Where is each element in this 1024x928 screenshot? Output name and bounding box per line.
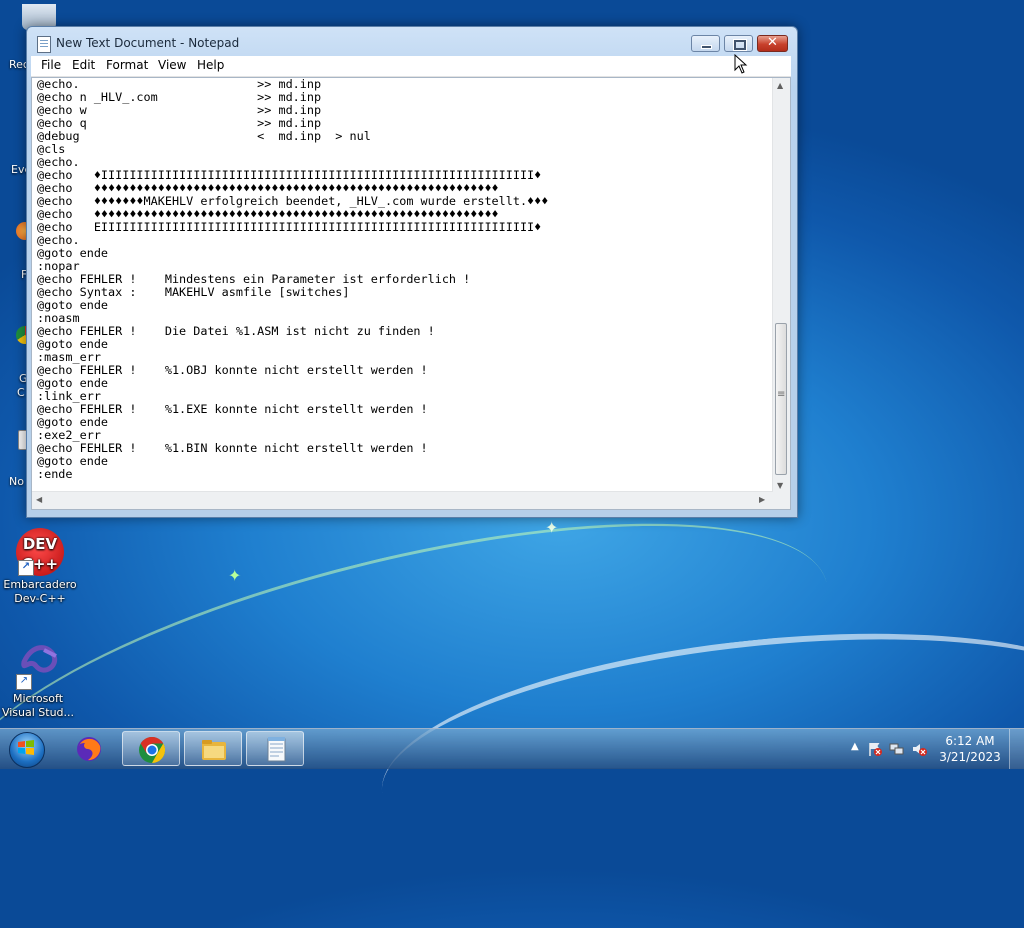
window-title: New Text Document - Notepad: [56, 36, 240, 50]
minimize-button[interactable]: [691, 35, 720, 52]
taskbar-chrome[interactable]: [122, 731, 180, 766]
taskbar-explorer[interactable]: [184, 731, 242, 766]
network-icon[interactable]: [889, 741, 905, 757]
editor-line[interactable]: @echo FEHLER ! %1.BIN konnte nicht erste…: [37, 442, 772, 455]
editor-line[interactable]: @echo FEHLER ! %1.EXE konnte nicht erste…: [37, 403, 772, 416]
action-center-flag-icon[interactable]: [867, 741, 883, 757]
editor-line[interactable]: @cls: [37, 143, 772, 156]
editor-line[interactable]: @goto ende: [37, 377, 772, 390]
wallpaper-sparkle: ✦: [545, 518, 559, 537]
taskbar-notepad[interactable]: [246, 731, 304, 766]
editor-line[interactable]: @goto ende: [37, 455, 772, 468]
editor-line[interactable]: @goto ende: [37, 416, 772, 429]
menu-help[interactable]: Help: [197, 58, 224, 72]
wallpaper-sparkle: ✦: [228, 566, 242, 585]
editor-line[interactable]: @echo.: [37, 234, 772, 247]
maximize-button[interactable]: [724, 35, 753, 52]
desktop-icon-label: C: [17, 386, 25, 399]
editor-line[interactable]: @echo FEHLER ! %1.OBJ konnte nicht erste…: [37, 364, 772, 377]
scrollbar-thumb[interactable]: [775, 323, 787, 475]
menu-file[interactable]: File: [41, 58, 61, 72]
chrome-icon: [139, 736, 166, 764]
scroll-right-arrow-icon[interactable]: ▶: [759, 495, 765, 504]
editor-line[interactable]: @echo Syntax : MAKEHLV asmfile [switches…: [37, 286, 772, 299]
close-button[interactable]: ✕: [757, 35, 788, 52]
menu-edit[interactable]: Edit: [72, 58, 95, 72]
editor-line[interactable]: @goto ende: [37, 299, 772, 312]
clock[interactable]: 6:12 AM 3/21/2023: [934, 733, 1006, 765]
shortcut-arrow-icon: ↗: [16, 674, 32, 690]
clock-date: 3/21/2023: [939, 750, 1001, 764]
notepad-icon: [267, 737, 286, 762]
taskbar-firefox[interactable]: [60, 731, 118, 766]
show-desktop-button[interactable]: [1009, 729, 1024, 769]
shortcut-arrow-icon: ↗: [18, 560, 34, 576]
close-icon: ✕: [767, 35, 778, 50]
devcpp-icon: DEV C++ ↗: [16, 528, 64, 576]
desktop-icon-visual-studio[interactable]: ↗ Microsoft Visual Stud...: [0, 642, 76, 720]
editor-line[interactable]: @echo FEHLER ! Die Datei %1.ASM ist nich…: [37, 325, 772, 338]
editor-line[interactable]: :ende: [37, 468, 772, 481]
desktop-icon-label: No: [9, 475, 24, 488]
desktop-icon-devcpp[interactable]: DEV C++ ↗ Embarcadero Dev-C++: [2, 528, 78, 606]
scroll-down-arrow-icon[interactable]: ▼: [777, 481, 783, 490]
system-tray: ▲ 6:12 AM 3/21/2023: [839, 729, 1024, 769]
volume-muted-icon[interactable]: [911, 741, 927, 757]
editor-line[interactable]: @goto ende: [37, 338, 772, 351]
desktop-icon-label: Microsoft Visual Stud...: [1, 692, 75, 719]
notepad-window: New Text Document - Notepad ✕ File Edit …: [26, 26, 798, 518]
menu-format[interactable]: Format: [106, 58, 148, 72]
editor-line[interactable]: @debug < md.inp > nul: [37, 130, 772, 143]
scroll-left-arrow-icon[interactable]: ◀: [36, 495, 42, 504]
resize-grip[interactable]: [773, 492, 790, 509]
firefox-icon: [77, 737, 101, 761]
text-editor-area[interactable]: @echo. >> md.inp @echo n _HLV_.com >> md.…: [31, 77, 791, 510]
notepad-icon: [37, 36, 51, 53]
menu-view[interactable]: View: [158, 58, 186, 72]
taskbar: ▲ 6:12 AM 3/21/2023: [0, 728, 1024, 769]
editor-line[interactable]: @echo EIIIIIIIIIIIIIIIIIIIIIIIIIIIIIIIII…: [37, 221, 772, 234]
scroll-up-arrow-icon[interactable]: ▲: [777, 81, 783, 90]
menu-bar: File Edit Format View Help: [31, 56, 791, 77]
horizontal-scrollbar[interactable]: ◀ ▶: [32, 491, 773, 509]
desktop-icon-label: Embarcadero Dev-C++: [3, 578, 77, 605]
editor-line[interactable]: @goto ende: [37, 247, 772, 260]
start-button[interactable]: [4, 731, 48, 768]
windows-logo-icon: [18, 740, 34, 755]
clock-time: 6:12 AM: [945, 734, 995, 748]
title-bar[interactable]: New Text Document - Notepad ✕: [27, 27, 797, 59]
editor-text[interactable]: @echo. >> md.inp @echo n _HLV_.com >> md.…: [37, 78, 772, 493]
folder-icon: [202, 740, 226, 760]
visual-studio-icon: ↗: [14, 642, 62, 690]
show-hidden-icons-arrow-icon[interactable]: ▲: [851, 741, 859, 752]
vertical-scrollbar[interactable]: ▲ ▼: [772, 78, 790, 493]
